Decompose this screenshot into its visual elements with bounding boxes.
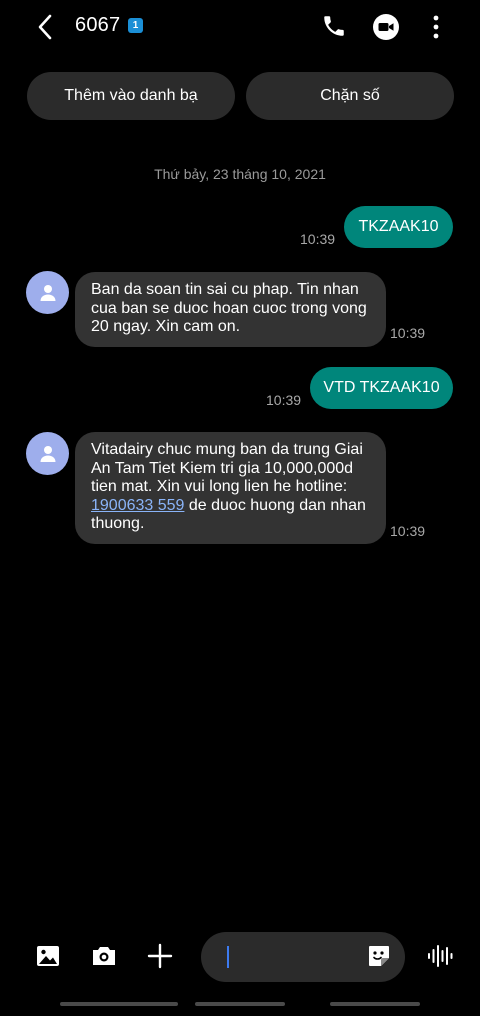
nav-bar-segment[interactable] [330, 1002, 420, 1006]
message-text: TKZAAK10 [358, 217, 439, 235]
date-separator: Thứ bảy, 23 tháng 10, 2021 [154, 166, 326, 182]
message-line: tien mat. Xin vui long lien he hotline: [91, 478, 348, 495]
message-time: 10:39 [390, 523, 426, 539]
message-time: 10:39 [266, 392, 302, 408]
message-text: de duoc huong dan nhan [184, 496, 366, 514]
sim-badge: 1 [128, 18, 143, 33]
contact-avatar-icon[interactable] [26, 432, 69, 475]
message-line: 20 ngay. Xin cam on. [91, 318, 241, 335]
incoming-message[interactable]: Vitadairy chuc mung ban da trung Giai An… [75, 432, 386, 544]
message-line: thuong. [91, 515, 145, 532]
conversation-title: 6067 [75, 14, 121, 36]
message-input[interactable] [201, 932, 405, 982]
add-to-contacts-button[interactable]: Thêm vào danh bạ [27, 72, 235, 120]
incoming-message[interactable]: Ban da soan tin sai cu phap. Tin nhan cu… [75, 272, 386, 347]
message-time: 10:39 [390, 325, 426, 341]
video-call-icon[interactable] [370, 11, 402, 43]
nav-bar-segment[interactable] [60, 1002, 178, 1006]
contact-avatar-icon[interactable] [26, 271, 69, 314]
conversation-header: 6067 1 [0, 0, 480, 56]
outgoing-message[interactable]: VTD TKZAAK10 [310, 367, 453, 409]
back-icon[interactable] [30, 10, 60, 44]
message-line: Ban da soan tin sai cu phap. Tin nhan [91, 281, 359, 298]
plus-icon[interactable] [144, 940, 176, 972]
block-number-button[interactable]: Chặn số [246, 72, 454, 120]
camera-icon[interactable] [88, 940, 120, 972]
message-time: 10:39 [300, 231, 336, 247]
message-line: cua ban se duoc hoan cuoc trong vong [91, 299, 367, 317]
nav-bar-segment[interactable] [195, 1002, 285, 1006]
outgoing-message[interactable]: TKZAAK10 [344, 206, 453, 248]
message-line: An Tam Tiet Kiem tri gia 10,000,000d [91, 459, 354, 477]
hotline-link[interactable]: 1900633 559 [91, 497, 184, 514]
sticker-icon[interactable] [365, 942, 393, 970]
message-line: 1900633 559 de duoc huong dan nhan [91, 497, 372, 516]
more-icon[interactable] [426, 11, 446, 43]
message-line: Vitadairy chuc mung ban da trung Giai [91, 441, 363, 458]
phone-icon[interactable] [318, 10, 350, 42]
message-text: VTD TKZAAK10 [323, 378, 440, 396]
voice-icon[interactable] [424, 940, 456, 972]
text-cursor [227, 946, 229, 968]
gallery-icon[interactable] [32, 940, 64, 972]
